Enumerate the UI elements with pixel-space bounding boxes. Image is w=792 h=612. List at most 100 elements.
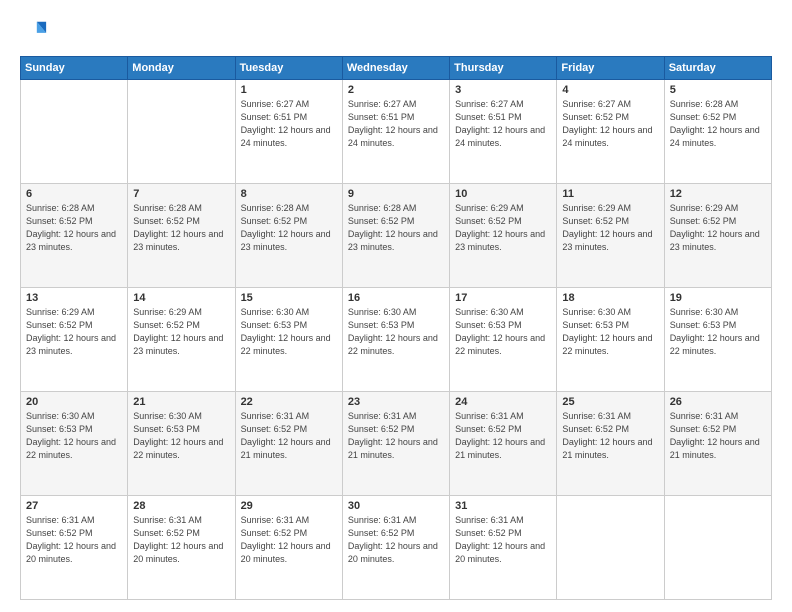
day-number: 4 <box>562 84 658 96</box>
calendar-table: SundayMondayTuesdayWednesdayThursdayFrid… <box>20 56 772 600</box>
day-number: 11 <box>562 188 658 200</box>
day-info: Sunrise: 6:30 AM Sunset: 6:53 PM Dayligh… <box>455 306 551 358</box>
logo <box>20 18 52 46</box>
calendar-cell: 19 Sunrise: 6:30 AM Sunset: 6:53 PM Dayli… <box>664 288 771 392</box>
day-info: Sunrise: 6:28 AM Sunset: 6:52 PM Dayligh… <box>133 202 229 254</box>
day-number: 17 <box>455 292 551 304</box>
calendar-cell: 15 Sunrise: 6:30 AM Sunset: 6:53 PM Dayli… <box>235 288 342 392</box>
day-number: 24 <box>455 396 551 408</box>
calendar-cell: 6Sunrise: 6:28 AM Sunset: 6:52 PM Daylig… <box>21 184 128 288</box>
calendar-cell: 13 Sunrise: 6:29 AM Sunset: 6:52 PM Dayli… <box>21 288 128 392</box>
calendar-cell: 28 Sunrise: 6:31 AM Sunset: 6:52 PM Dayli… <box>128 496 235 600</box>
day-info: Sunrise: 6:27 AM Sunset: 6:51 PM Dayligh… <box>241 98 337 150</box>
day-number: 23 <box>348 396 444 408</box>
day-number: 28 <box>133 500 229 512</box>
calendar-header-row: SundayMondayTuesdayWednesdayThursdayFrid… <box>21 57 772 80</box>
calendar-cell: 14Sunrise: 6:29 AM Sunset: 6:52 PM Dayli… <box>128 288 235 392</box>
day-info: Sunrise: 6:28 AM Sunset: 6:52 PM Dayligh… <box>670 98 766 150</box>
calendar-cell: 17 Sunrise: 6:30 AM Sunset: 6:53 PM Dayli… <box>450 288 557 392</box>
day-number: 7 <box>133 188 229 200</box>
calendar-week-row: 27 Sunrise: 6:31 AM Sunset: 6:52 PM Dayli… <box>21 496 772 600</box>
day-number: 9 <box>348 188 444 200</box>
day-number: 12 <box>670 188 766 200</box>
day-number: 26 <box>670 396 766 408</box>
day-of-week-saturday: Saturday <box>664 57 771 80</box>
day-info: Sunrise: 6:27 AM Sunset: 6:51 PM Dayligh… <box>455 98 551 150</box>
day-info: Sunrise: 6:30 AM Sunset: 6:53 PM Dayligh… <box>348 306 444 358</box>
day-info: Sunrise: 6:31 AM Sunset: 6:52 PM Dayligh… <box>455 410 551 462</box>
day-info: Sunrise: 6:29 AM Sunset: 6:52 PM Dayligh… <box>670 202 766 254</box>
day-number: 30 <box>348 500 444 512</box>
calendar-cell: 1Sunrise: 6:27 AM Sunset: 6:51 PM Daylig… <box>235 80 342 184</box>
day-info: Sunrise: 6:31 AM Sunset: 6:52 PM Dayligh… <box>241 514 337 566</box>
day-number: 8 <box>241 188 337 200</box>
calendar-cell <box>128 80 235 184</box>
day-number: 15 <box>241 292 337 304</box>
header <box>20 18 772 46</box>
calendar-cell: 27 Sunrise: 6:31 AM Sunset: 6:52 PM Dayli… <box>21 496 128 600</box>
day-info: Sunrise: 6:30 AM Sunset: 6:53 PM Dayligh… <box>133 410 229 462</box>
day-number: 18 <box>562 292 658 304</box>
calendar-cell: 29 Sunrise: 6:31 AM Sunset: 6:52 PM Dayli… <box>235 496 342 600</box>
day-of-week-sunday: Sunday <box>21 57 128 80</box>
day-of-week-thursday: Thursday <box>450 57 557 80</box>
calendar-cell: 4 Sunrise: 6:27 AM Sunset: 6:52 PM Daylig… <box>557 80 664 184</box>
day-of-week-monday: Monday <box>128 57 235 80</box>
day-number: 2 <box>348 84 444 96</box>
day-info: Sunrise: 6:31 AM Sunset: 6:52 PM Dayligh… <box>348 514 444 566</box>
day-of-week-tuesday: Tuesday <box>235 57 342 80</box>
calendar-week-row: 13 Sunrise: 6:29 AM Sunset: 6:52 PM Dayli… <box>21 288 772 392</box>
calendar-cell: 12 Sunrise: 6:29 AM Sunset: 6:52 PM Dayli… <box>664 184 771 288</box>
day-number: 29 <box>241 500 337 512</box>
day-number: 14 <box>133 292 229 304</box>
calendar-cell <box>557 496 664 600</box>
day-number: 21 <box>133 396 229 408</box>
day-info: Sunrise: 6:30 AM Sunset: 6:53 PM Dayligh… <box>562 306 658 358</box>
day-number: 27 <box>26 500 122 512</box>
day-info: Sunrise: 6:29 AM Sunset: 6:52 PM Dayligh… <box>562 202 658 254</box>
calendar-week-row: 20Sunrise: 6:30 AM Sunset: 6:53 PM Dayli… <box>21 392 772 496</box>
calendar-cell: 31 Sunrise: 6:31 AM Sunset: 6:52 PM Dayli… <box>450 496 557 600</box>
day-info: Sunrise: 6:31 AM Sunset: 6:52 PM Dayligh… <box>455 514 551 566</box>
day-info: Sunrise: 6:29 AM Sunset: 6:52 PM Dayligh… <box>26 306 122 358</box>
day-info: Sunrise: 6:30 AM Sunset: 6:53 PM Dayligh… <box>26 410 122 462</box>
day-number: 31 <box>455 500 551 512</box>
calendar-cell <box>21 80 128 184</box>
day-number: 19 <box>670 292 766 304</box>
day-info: Sunrise: 6:30 AM Sunset: 6:53 PM Dayligh… <box>241 306 337 358</box>
calendar-cell: 2Sunrise: 6:27 AM Sunset: 6:51 PM Daylig… <box>342 80 449 184</box>
calendar-cell: 24 Sunrise: 6:31 AM Sunset: 6:52 PM Dayli… <box>450 392 557 496</box>
day-info: Sunrise: 6:31 AM Sunset: 6:52 PM Dayligh… <box>670 410 766 462</box>
day-number: 3 <box>455 84 551 96</box>
day-info: Sunrise: 6:31 AM Sunset: 6:52 PM Dayligh… <box>26 514 122 566</box>
calendar-week-row: 6 Sunrise: 6:28 AM Sunset: 6:52 PM Daylig… <box>21 184 772 288</box>
day-number: 25 <box>562 396 658 408</box>
day-info: Sunrise: 6:28 AM Sunset: 6:52 PM Dayligh… <box>348 202 444 254</box>
day-info: Sunrise: 6:31 AM Sunset: 6:52 PM Dayligh… <box>133 514 229 566</box>
day-info: Sunrise: 6:31 AM Sunset: 6:52 PM Dayligh… <box>348 410 444 462</box>
day-info: Sunrise: 6:31 AM Sunset: 6:52 PM Dayligh… <box>562 410 658 462</box>
calendar-cell: 25 Sunrise: 6:31 AM Sunset: 6:52 PM Dayli… <box>557 392 664 496</box>
calendar-cell: 23 Sunrise: 6:31 AM Sunset: 6:52 PM Dayli… <box>342 392 449 496</box>
day-info: Sunrise: 6:29 AM Sunset: 6:52 PM Dayligh… <box>455 202 551 254</box>
day-info: Sunrise: 6:30 AM Sunset: 6:53 PM Dayligh… <box>670 306 766 358</box>
calendar-cell: 22Sunrise: 6:31 AM Sunset: 6:52 PM Dayli… <box>235 392 342 496</box>
day-number: 6 <box>26 188 122 200</box>
calendar-cell: 20Sunrise: 6:30 AM Sunset: 6:53 PM Dayli… <box>21 392 128 496</box>
day-info: Sunrise: 6:31 AM Sunset: 6:52 PM Dayligh… <box>241 410 337 462</box>
calendar-cell: 21 Sunrise: 6:30 AM Sunset: 6:53 PM Dayli… <box>128 392 235 496</box>
page: SundayMondayTuesdayWednesdayThursdayFrid… <box>0 0 792 612</box>
day-number: 10 <box>455 188 551 200</box>
day-info: Sunrise: 6:27 AM Sunset: 6:52 PM Dayligh… <box>562 98 658 150</box>
day-number: 13 <box>26 292 122 304</box>
day-of-week-friday: Friday <box>557 57 664 80</box>
calendar-cell <box>664 496 771 600</box>
calendar-cell: 16Sunrise: 6:30 AM Sunset: 6:53 PM Dayli… <box>342 288 449 392</box>
day-of-week-wednesday: Wednesday <box>342 57 449 80</box>
logo-icon <box>20 18 48 46</box>
calendar-cell: 5 Sunrise: 6:28 AM Sunset: 6:52 PM Daylig… <box>664 80 771 184</box>
calendar-cell: 3 Sunrise: 6:27 AM Sunset: 6:51 PM Daylig… <box>450 80 557 184</box>
calendar-cell: 9 Sunrise: 6:28 AM Sunset: 6:52 PM Daylig… <box>342 184 449 288</box>
calendar-cell: 7 Sunrise: 6:28 AM Sunset: 6:52 PM Daylig… <box>128 184 235 288</box>
day-number: 5 <box>670 84 766 96</box>
